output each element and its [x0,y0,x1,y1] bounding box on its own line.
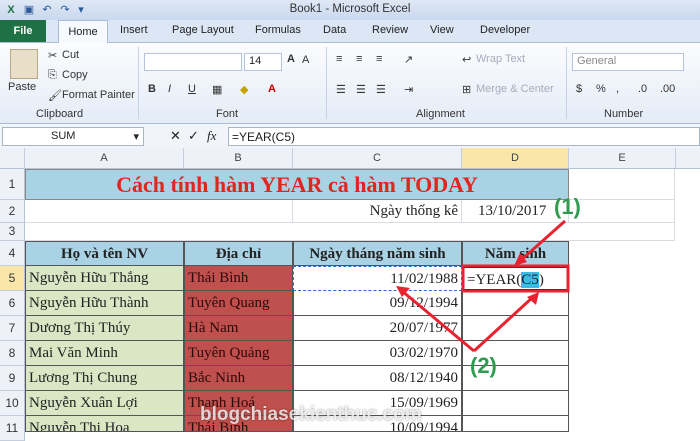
arrow-2b-head [527,292,539,305]
arrow-1-line [519,219,566,263]
arrow-2a-line [401,289,475,353]
annotation-overlay [396,219,570,353]
highlight-box [461,264,570,293]
annotation-label-1: (1) [554,194,581,219]
annotation-label-2: (2) [470,353,497,378]
arrow-2b-line [472,295,535,353]
watermark: blogchiasekienthuc.com [200,404,422,425]
